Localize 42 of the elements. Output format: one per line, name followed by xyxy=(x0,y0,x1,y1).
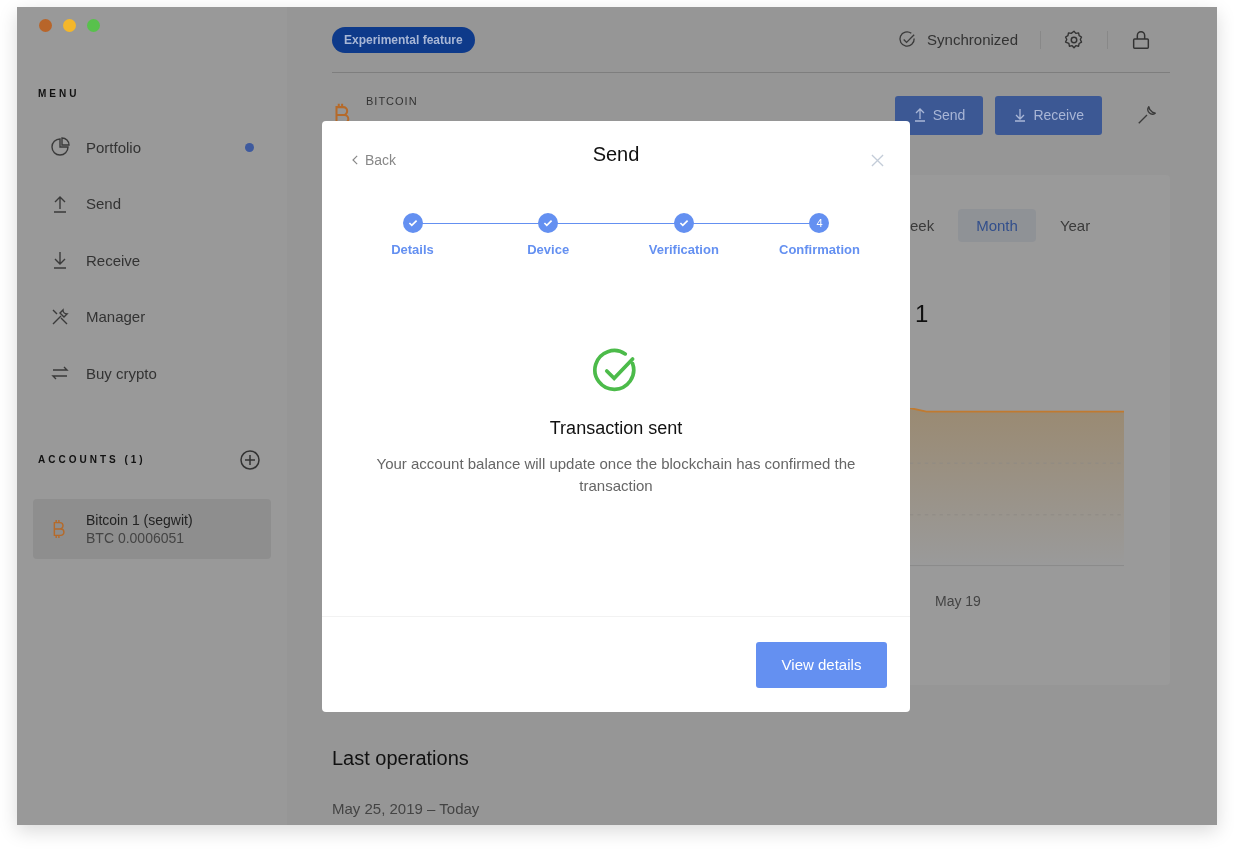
chevron-left-icon xyxy=(352,155,359,165)
menu-heading: MENU xyxy=(38,88,81,99)
currency-label: BITCOIN xyxy=(366,95,419,107)
period-tab[interactable]: Year xyxy=(1041,209,1109,242)
step-label: Device xyxy=(527,242,570,257)
settings-icon[interactable] xyxy=(1063,28,1085,51)
sidebar-item[interactable]: Receive xyxy=(33,232,271,289)
account-name: Bitcoin 1 (segwit) xyxy=(86,511,193,528)
success-heading: Transaction sent xyxy=(549,418,683,439)
sidebar-item[interactable]: Send xyxy=(33,175,271,232)
upload-icon xyxy=(912,108,927,122)
step-label: Confirmation xyxy=(779,242,860,257)
section-title: Last operations xyxy=(332,747,470,770)
accounts-heading: ACCOUNTS (1) xyxy=(38,454,146,465)
experimental-badge: Experimental feature xyxy=(332,26,475,53)
download-icon xyxy=(1013,108,1028,122)
sidebar-item[interactable]: Portfolio xyxy=(33,119,271,176)
pie-chart-icon xyxy=(50,137,70,158)
step-label: Verification xyxy=(648,242,719,257)
account-item[interactable]: Bitcoin 1 (segwit) BTC 0.0006051 xyxy=(33,498,271,559)
step-label: Details xyxy=(391,242,434,257)
tools-icon xyxy=(50,306,70,327)
sync-status: Synchronized xyxy=(927,31,1018,48)
dialog-title: Send xyxy=(592,143,640,166)
period-tab[interactable]: eek xyxy=(910,209,953,242)
date-range: May 25, 2019 – Today xyxy=(332,800,481,817)
sidebar-item[interactable]: Buy crypto xyxy=(33,345,271,402)
wrench-icon[interactable] xyxy=(1136,104,1158,126)
step-number: 4 xyxy=(809,213,830,233)
balance-amount: 1 xyxy=(915,300,930,328)
sidebar-item[interactable]: Manager xyxy=(33,288,271,345)
lock-icon[interactable] xyxy=(1130,28,1152,51)
receive-button[interactable]: Receive xyxy=(995,95,1102,135)
period-tab[interactable]: Month xyxy=(958,209,1036,242)
add-account-icon[interactable] xyxy=(239,448,261,471)
back-link[interactable]: Back xyxy=(352,152,397,168)
axis-label: May 19 xyxy=(935,593,982,609)
account-balance: BTC 0.0006051 xyxy=(86,529,186,546)
success-message: Your account balance will update once the blockchain has confirmed the transaction xyxy=(375,454,857,496)
sync-check-icon xyxy=(898,30,918,49)
view-details-button[interactable]: View details xyxy=(756,641,887,688)
send-button[interactable]: Send xyxy=(894,95,984,135)
